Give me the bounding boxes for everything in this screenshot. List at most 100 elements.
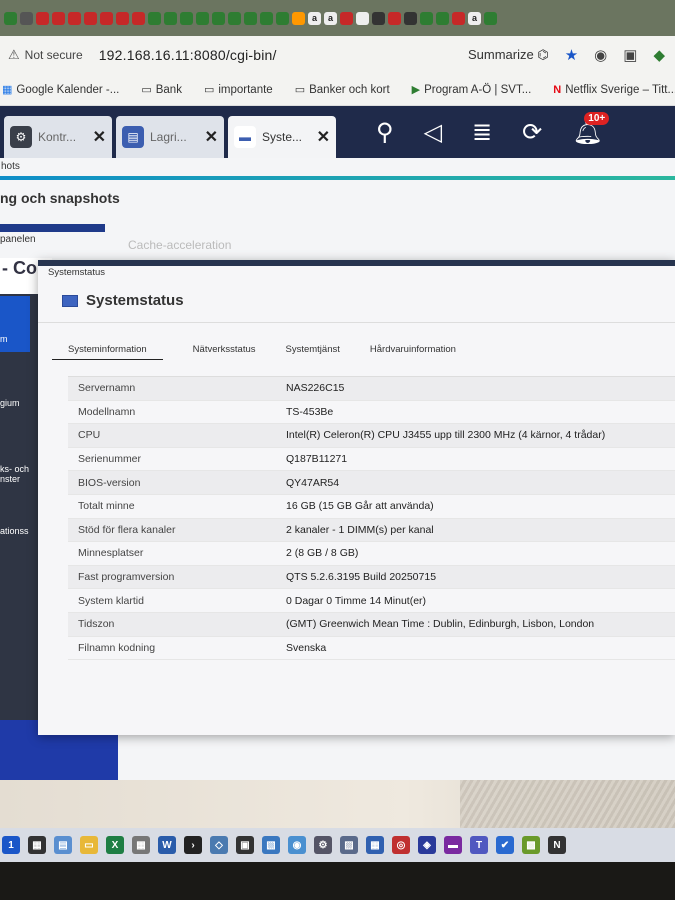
sidebar-item[interactable]: ationss (0, 526, 29, 536)
tab-favicon[interactable] (116, 11, 129, 25)
row-key: Modellnamn (78, 405, 136, 418)
close-icon[interactable]: ✕ (317, 127, 330, 147)
search-icon[interactable]: ⚲ (376, 118, 394, 147)
tab-favicon[interactable] (484, 11, 497, 25)
tab-favicon[interactable] (180, 11, 193, 25)
address-bar[interactable]: ⚠ Not secure 192.168.16.11:8080/cgi-bin/… (0, 36, 675, 74)
app-icon[interactable]: ▣ (236, 836, 254, 854)
accent-bar (0, 176, 675, 180)
app-icon[interactable]: ◇ (210, 836, 228, 854)
bookmark-item[interactable]: ▭ importante (204, 83, 273, 97)
star-icon[interactable]: ★ (565, 46, 578, 64)
word-icon[interactable]: W (158, 836, 176, 854)
calendar-icon: ▦ (2, 84, 13, 96)
tab-favicon[interactable] (228, 11, 241, 25)
tab-favicon[interactable] (20, 11, 33, 25)
teams-icon[interactable]: T (470, 836, 488, 854)
qts-tab-label: Kontr... (38, 130, 77, 144)
tab-favicon[interactable] (260, 11, 273, 25)
app-icon[interactable]: ✔ (496, 836, 514, 854)
camera-icon[interactable]: ◉ (594, 46, 607, 64)
tab-natverksstatus[interactable]: Nätverksstatus (193, 344, 256, 360)
tab-favicon[interactable] (212, 11, 225, 25)
tasks-icon[interactable]: ≣ (472, 118, 492, 147)
tab-favicon[interactable] (36, 11, 49, 25)
url-text[interactable]: 192.168.16.11:8080/cgi-bin/ (99, 47, 277, 63)
panel-label[interactable]: panelen (0, 234, 36, 245)
app-icon[interactable]: N (548, 836, 566, 854)
tab-hardvaruinformation[interactable]: Hårdvaruinformation (370, 344, 456, 360)
qts-tab-lagring[interactable]: ▤ Lagri... ✕ (116, 116, 224, 158)
tab-favicon[interactable] (276, 11, 289, 25)
tab-favicon[interactable] (292, 11, 305, 25)
app-icon[interactable]: ▨ (340, 836, 358, 854)
app-icon[interactable]: ▧ (262, 836, 280, 854)
play-icon: ▶ (411, 84, 421, 96)
tab-favicon[interactable] (196, 11, 209, 25)
app-icon[interactable]: ◎ (392, 836, 410, 854)
tab-favicon[interactable] (100, 11, 113, 25)
tab-systeminformation[interactable]: Systeminformation (52, 344, 163, 360)
bookmark-item[interactable]: ▶ Program A-Ö | SVT... (411, 83, 532, 97)
table-row: Servernamn NAS226C15 (68, 377, 675, 401)
extension-icon[interactable]: ▣ (623, 46, 637, 64)
sync-icon[interactable]: ⟳ (522, 118, 542, 147)
tab-favicon[interactable] (340, 11, 353, 25)
tab-favicon[interactable] (420, 11, 433, 25)
summarize-button[interactable]: Summarize ⌬ (468, 47, 549, 63)
excel-icon[interactable]: X (106, 836, 124, 854)
app-icon[interactable]: ◉ (288, 836, 306, 854)
tab-favicon[interactable] (52, 11, 65, 25)
tab-systemtjanst[interactable]: Systemtjänst (286, 344, 340, 360)
security-label[interactable]: Not secure (25, 48, 83, 62)
sidebar-item[interactable]: ks- och nster (0, 464, 29, 484)
tab-favicon[interactable] (388, 11, 401, 25)
sidebar-item[interactable]: gium (0, 398, 20, 408)
tab-favicon[interactable] (372, 11, 385, 25)
tab-favicon[interactable] (356, 11, 369, 25)
tab-favicon[interactable]: a (468, 11, 481, 25)
tab-favicon[interactable] (148, 11, 161, 25)
tab-favicon[interactable] (452, 11, 465, 25)
folder-icon[interactable]: ▭ (80, 836, 98, 854)
tab-favicon[interactable] (84, 11, 97, 25)
terminal-icon[interactable]: › (184, 836, 202, 854)
notepad-icon[interactable]: ▤ (54, 836, 72, 854)
tab-favicon[interactable] (436, 11, 449, 25)
bookmark-item[interactable]: ▦ Google Kalender -... (2, 83, 119, 97)
tab-favicon[interactable] (164, 11, 177, 25)
app-icon[interactable]: ▦ (366, 836, 384, 854)
calculator-icon[interactable]: ▦ (132, 836, 150, 854)
app-icon[interactable]: ◈ (418, 836, 436, 854)
qts-tab-kontrollpanel[interactable]: ⚙ Kontr... ✕ (4, 116, 112, 158)
tab-favicon[interactable] (68, 11, 81, 25)
shield-icon[interactable]: ◆ (653, 46, 665, 64)
browser-tab-strip[interactable]: a a a (0, 0, 675, 36)
notification-bell-icon[interactable]: 🔔︎ 10+ (572, 111, 610, 147)
close-icon[interactable]: ✕ (205, 127, 218, 147)
bookmark-item[interactable]: ▭ Bank (141, 83, 182, 97)
tab-favicon[interactable] (244, 11, 257, 25)
tab-favicon[interactable] (4, 11, 17, 25)
row-value: TS-453Be (286, 405, 334, 418)
tab-favicon[interactable]: a (324, 11, 337, 25)
qts-tab-systemstatus[interactable]: ▬ Syste... ✕ (228, 116, 336, 158)
nvidia-icon[interactable]: ▩ (522, 836, 540, 854)
dialog-tabs: Systeminformation Nätverksstatus Systemt… (52, 344, 456, 360)
start-icon[interactable]: 1 (2, 836, 20, 854)
cache-acceleration-tab[interactable]: Cache-acceleration (128, 238, 231, 252)
app-icon[interactable]: ▬ (444, 836, 462, 854)
row-value: 0 Dagar 0 Timme 14 Minut(er) (286, 594, 427, 607)
bookmark-item[interactable]: ▭ Banker och kort (295, 83, 390, 97)
close-icon[interactable]: ✕ (93, 127, 106, 147)
folder-icon: ▭ (141, 84, 152, 96)
sidebar-item-selected[interactable]: m (0, 296, 30, 352)
tab-favicon[interactable]: a (308, 11, 321, 25)
megaphone-icon[interactable]: ◁ (424, 118, 442, 147)
tab-favicon[interactable] (132, 11, 145, 25)
warning-icon[interactable]: ⚠ (8, 47, 20, 63)
tab-favicon[interactable] (404, 11, 417, 25)
bookmark-item[interactable]: N Netflix Sverige – Titt... (553, 84, 675, 96)
settings-icon[interactable]: ⚙ (314, 836, 332, 854)
taskview-icon[interactable]: ▦ (28, 836, 46, 854)
